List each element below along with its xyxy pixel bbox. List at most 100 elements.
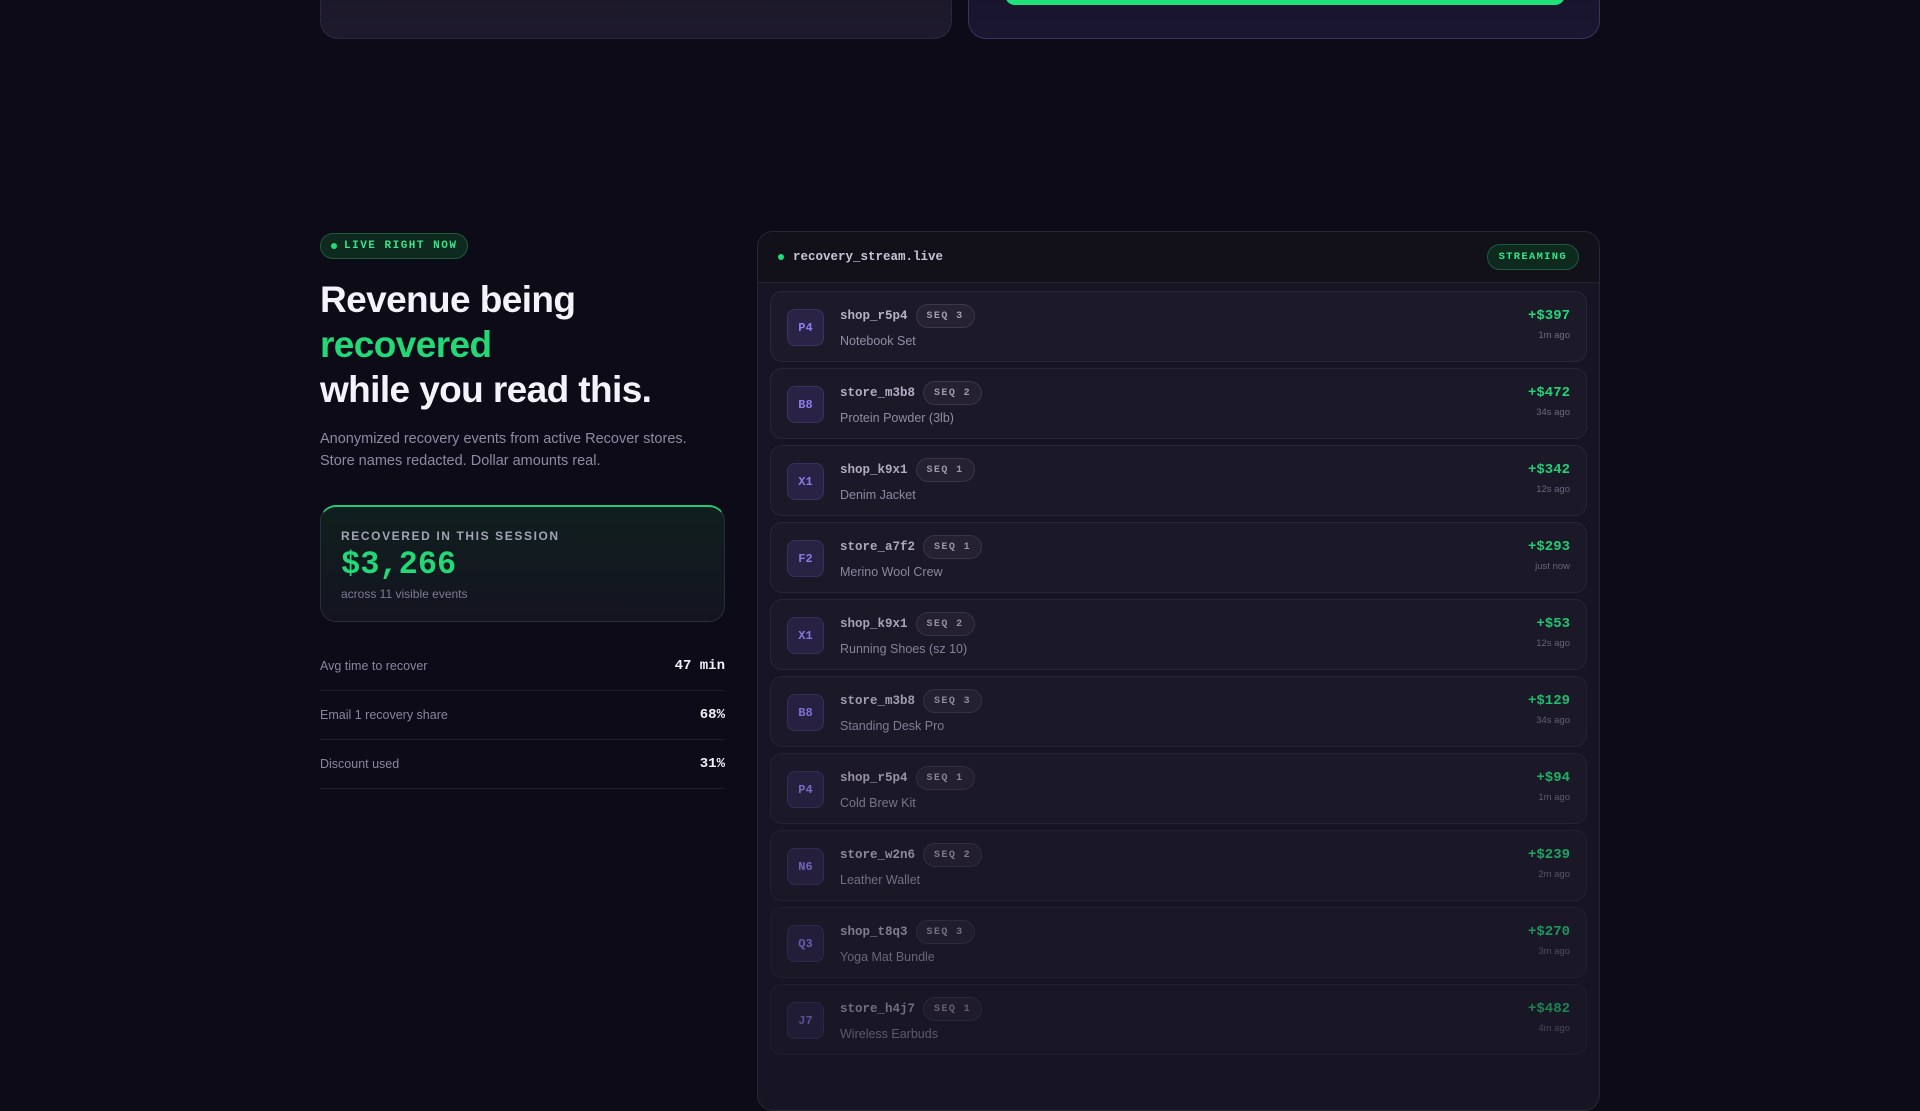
headline-line-3: while you read this.: [320, 369, 652, 410]
recovered-amount: +$482: [1527, 1001, 1570, 1017]
event-top: store_w2n6 SEQ 2: [840, 843, 983, 867]
recovered-amount: +$270: [1527, 924, 1570, 940]
stream-title-label: recovery_stream.live: [793, 250, 944, 264]
store-avatar: Q3: [787, 925, 824, 962]
session-total-label: RECOVERED IN THIS SESSION: [341, 529, 560, 543]
sequence-badge: SEQ 2: [915, 612, 975, 636]
list-item: B8 store_m3b8 SEQ 2 Protein Powder (3lb) +$4…: [770, 368, 1587, 439]
recovered-amount: +$53: [1536, 616, 1570, 632]
stat-value: 47 min: [674, 658, 725, 674]
list-item: P4 shop_r5p4 SEQ 3 Notebook Set +$397 1m ago: [770, 291, 1587, 362]
stat-value: 31%: [699, 756, 725, 772]
page-title: Revenue being recovered while you read t…: [320, 277, 725, 412]
session-total-value: $3,266: [341, 546, 457, 583]
product-name: Notebook Set: [840, 334, 916, 348]
event-main: shop_r5p4 SEQ 3 Notebook Set: [840, 304, 975, 348]
event-top: shop_k9x1 SEQ 2: [840, 612, 975, 636]
store-id: store_w2n6: [840, 848, 916, 862]
recovered-amount: +$472: [1527, 385, 1570, 401]
stat-label: Avg time to recover: [320, 659, 428, 673]
product-name: Standing Desk Pro: [840, 719, 945, 733]
live-badge-label: LIVE RIGHT NOW: [344, 240, 458, 252]
event-timestamp: 12s ago: [1536, 484, 1570, 495]
product-name: Yoga Mat Bundle: [840, 950, 935, 964]
recovered-amount: +$129: [1527, 693, 1570, 709]
event-main: store_m3b8 SEQ 3 Standing Desk Pro: [840, 689, 983, 733]
cta-button[interactable]: [1005, 0, 1565, 5]
recovered-amount: +$397: [1527, 308, 1570, 324]
live-intro-section: LIVE RIGHT NOW Revenue being recovered w…: [320, 233, 725, 789]
stats-list: Avg time to recover 47 min Email 1 recov…: [320, 642, 725, 789]
event-amount-block: +$270 3m ago: [1528, 924, 1570, 957]
event-timestamp: 4m ago: [1538, 1023, 1570, 1034]
sequence-badge: SEQ 3: [923, 689, 983, 713]
product-name: Leather Wallet: [840, 873, 921, 887]
stream-title: recovery_stream.live: [778, 250, 943, 264]
event-top: store_h4j7 SEQ 1: [840, 997, 983, 1021]
store-avatar: P4: [787, 771, 824, 808]
product-name: Denim Jacket: [840, 488, 916, 502]
live-badge: LIVE RIGHT NOW: [320, 233, 469, 259]
list-item: X1 shop_k9x1 SEQ 1 Denim Jacket +$342 12s ago: [770, 445, 1587, 516]
list-item: X1 shop_k9x1 SEQ 2 Running Shoes (sz 10) +$5…: [770, 599, 1587, 670]
store-avatar: P4: [787, 309, 824, 346]
store-id: shop_k9x1: [840, 617, 908, 631]
event-timestamp: 1m ago: [1538, 330, 1570, 341]
product-name: Protein Powder (3lb): [840, 411, 954, 425]
stream-header: recovery_stream.live STREAMING: [758, 232, 1599, 283]
stat-row: Avg time to recover 47 min: [320, 642, 725, 691]
stream-status-dot-icon: [778, 254, 784, 260]
sequence-badge: SEQ 2: [923, 843, 983, 867]
event-top: store_m3b8 SEQ 2: [840, 381, 983, 405]
event-amount-block: +$53 12s ago: [1536, 616, 1570, 649]
event-timestamp: 12s ago: [1536, 638, 1570, 649]
stat-label: Discount used: [320, 757, 400, 771]
sequence-badge: SEQ 3: [915, 920, 975, 944]
event-top: shop_t8q3 SEQ 3: [840, 920, 975, 944]
store-id: store_m3b8: [840, 386, 916, 400]
event-amount-block: +$94 1m ago: [1536, 770, 1570, 803]
event-top: shop_k9x1 SEQ 1: [840, 458, 975, 482]
event-amount-block: +$472 34s ago: [1528, 385, 1570, 418]
store-avatar: B8: [787, 694, 824, 731]
store-id: store_m3b8: [840, 694, 916, 708]
streaming-badge: STREAMING: [1486, 244, 1579, 270]
recovered-amount: +$342: [1527, 462, 1570, 478]
store-id: shop_t8q3: [840, 925, 908, 939]
recovered-amount: +$94: [1536, 770, 1570, 786]
event-list: P4 shop_r5p4 SEQ 3 Notebook Set +$397 1m ago B…: [758, 283, 1599, 1055]
event-top: store_a7f2 SEQ 1: [840, 535, 983, 559]
event-timestamp: 2m ago: [1538, 869, 1570, 880]
list-item: N6 store_w2n6 SEQ 2 Leather Wallet +$239 2m a…: [770, 830, 1587, 901]
product-name: Running Shoes (sz 10): [840, 642, 968, 656]
event-main: shop_k9x1 SEQ 1 Denim Jacket: [840, 458, 975, 502]
store-id: store_h4j7: [840, 1002, 916, 1016]
sequence-badge: SEQ 1: [915, 458, 975, 482]
store-avatar: N6: [787, 848, 824, 885]
product-name: Merino Wool Crew: [840, 565, 943, 579]
event-timestamp: 3m ago: [1538, 946, 1570, 957]
event-main: store_m3b8 SEQ 2 Protein Powder (3lb): [840, 381, 983, 425]
section-subtitle: Anonymized recovery events from active R…: [320, 431, 687, 469]
store-avatar: X1: [787, 617, 824, 654]
product-name: Wireless Earbuds: [840, 1027, 938, 1041]
headline-accent: recovered: [320, 324, 492, 365]
sequence-badge: SEQ 1: [923, 997, 983, 1021]
live-dot-icon: [331, 243, 337, 249]
event-amount-block: +$239 2m ago: [1528, 847, 1570, 880]
event-main: store_w2n6 SEQ 2 Leather Wallet: [840, 843, 983, 887]
session-total-card: RECOVERED IN THIS SESSION $3,266 across …: [320, 505, 725, 622]
list-item: B8 store_m3b8 SEQ 3 Standing Desk Pro +$129 3…: [770, 676, 1587, 747]
event-timestamp: just now: [1535, 561, 1570, 572]
event-amount-block: +$397 1m ago: [1528, 308, 1570, 341]
sequence-badge: SEQ 3: [915, 304, 975, 328]
event-amount-block: +$482 4m ago: [1528, 1001, 1570, 1034]
list-item: F2 store_a7f2 SEQ 1 Merino Wool Crew +$293 ju…: [770, 522, 1587, 593]
product-name: Cold Brew Kit: [840, 796, 916, 810]
event-main: store_h4j7 SEQ 1 Wireless Earbuds: [840, 997, 983, 1041]
session-total-note: across 11 visible events: [341, 587, 468, 601]
top-feature-card: [320, 0, 952, 39]
event-amount-block: +$129 34s ago: [1528, 693, 1570, 726]
event-top: store_m3b8 SEQ 3: [840, 689, 983, 713]
stat-row: Email 1 recovery share 68%: [320, 691, 725, 740]
